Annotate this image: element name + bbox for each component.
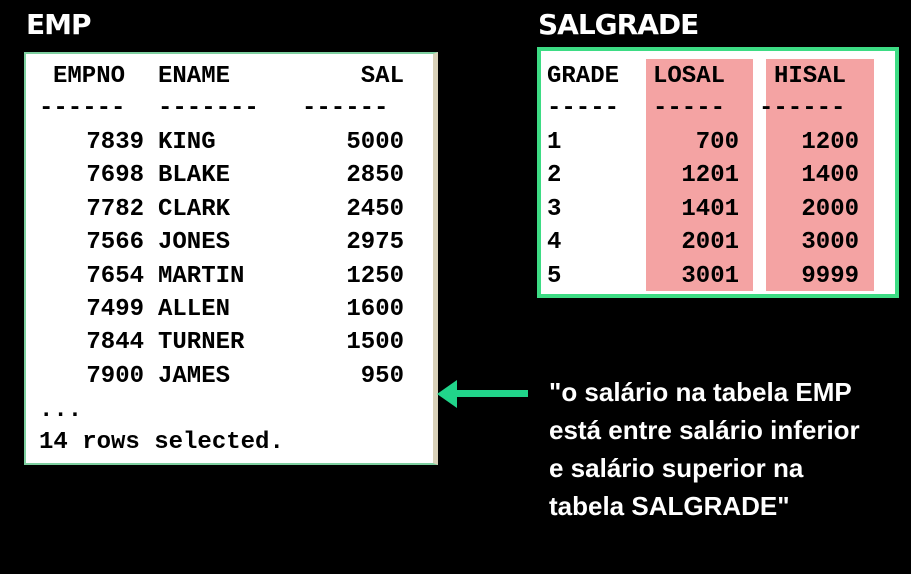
salgrade-cell-hisal: 1200 [801, 129, 859, 156]
emp-cell-empno: 7698 [86, 162, 144, 190]
salgrade-cell-losal: 700 [695, 129, 739, 156]
salgrade-dash-grade: ----- [547, 95, 620, 122]
salgrade-cell-grade: 4 [547, 229, 562, 257]
emp-cell-sal: 2850 [346, 162, 404, 190]
emp-cell-empno: 7782 [86, 195, 144, 223]
arrow-shaft [454, 390, 528, 397]
salgrade-cell-grade: 1 [547, 129, 562, 156]
caption-line-4: tabela SALGRADE" [549, 491, 790, 521]
emp-dash-ename: ------- [158, 95, 259, 122]
salgrade-cell-hisal: 1400 [801, 162, 859, 190]
emp-cell-empno: 7900 [86, 362, 144, 390]
explanation-caption: "o salário na tabela EMP está entre salá… [549, 373, 899, 525]
emp-cell-sal: 1500 [346, 329, 404, 357]
salgrade-dash-hisal: ------ [759, 95, 846, 122]
salgrade-header-grade: GRADE [547, 63, 620, 90]
emp-cell-empno: 7839 [86, 129, 144, 156]
salgrade-cell-losal: 1401 [681, 195, 739, 223]
emp-header-empno: EMPNO [53, 63, 126, 90]
salgrade-table-title: SALGRADE [538, 8, 699, 41]
salgrade-cell-hisal: 2000 [801, 195, 859, 223]
emp-cell-ename: JONES [158, 229, 231, 257]
salgrade-header-hisal: HISAL [774, 63, 847, 90]
salgrade-cell-grade: 5 [547, 262, 562, 290]
salgrade-cell-losal: 1201 [681, 162, 739, 190]
emp-cell-empno: 7654 [86, 262, 144, 290]
emp-table-panel: EMPNO ENAME SAL ------ ------- ------ 78… [24, 52, 438, 465]
salgrade-cell-grade: 3 [547, 195, 562, 223]
emp-cell-ename: TURNER [158, 329, 245, 357]
emp-cell-empno: 7566 [86, 229, 144, 257]
emp-cell-sal: 950 [360, 362, 404, 390]
salgrade-cell-losal: 3001 [681, 262, 739, 290]
emp-footer: 14 rows selected. [39, 429, 284, 456]
caption-line-2: está entre salário inferior [549, 415, 860, 445]
salgrade-cell-losal: 2001 [681, 229, 739, 257]
emp-cell-ename: JAMES [158, 362, 231, 390]
emp-cell-sal: 2450 [346, 195, 404, 223]
emp-cell-ename: MARTIN [158, 262, 245, 290]
caption-line-1: "o salário na tabela EMP [549, 377, 852, 407]
emp-cell-ename: CLARK [158, 195, 231, 223]
emp-table-title: EMP [26, 8, 92, 41]
emp-cell-sal: 1600 [346, 296, 404, 323]
salgrade-cell-hisal: 3000 [801, 229, 859, 257]
emp-cell-empno: 7499 [86, 296, 144, 323]
emp-cell-ename: BLAKE [158, 162, 231, 190]
salgrade-cell-grade: 2 [547, 162, 562, 190]
salgrade-header-losal: LOSAL [653, 63, 726, 90]
emp-cell-sal: 1250 [346, 262, 404, 290]
emp-dash-empno: ------ [39, 95, 126, 122]
emp-ellipsis: ... [39, 397, 83, 424]
emp-dash-sal: ------ [302, 95, 389, 122]
emp-cell-ename: ALLEN [158, 296, 231, 323]
caption-line-3: e salário superior na [549, 453, 804, 483]
emp-cell-empno: 7844 [86, 329, 144, 357]
emp-cell-sal: 2975 [346, 229, 404, 257]
salgrade-cell-hisal: 9999 [801, 262, 859, 290]
emp-cell-ename: KING [158, 129, 216, 156]
salgrade-dash-losal: ----- [653, 95, 726, 122]
emp-header-sal: SAL [360, 63, 404, 90]
salgrade-table-panel: GRADE LOSAL HISAL ----- ----- ------ 1 70… [537, 47, 899, 298]
emp-cell-sal: 5000 [346, 129, 404, 156]
emp-header-ename: ENAME [158, 63, 231, 90]
